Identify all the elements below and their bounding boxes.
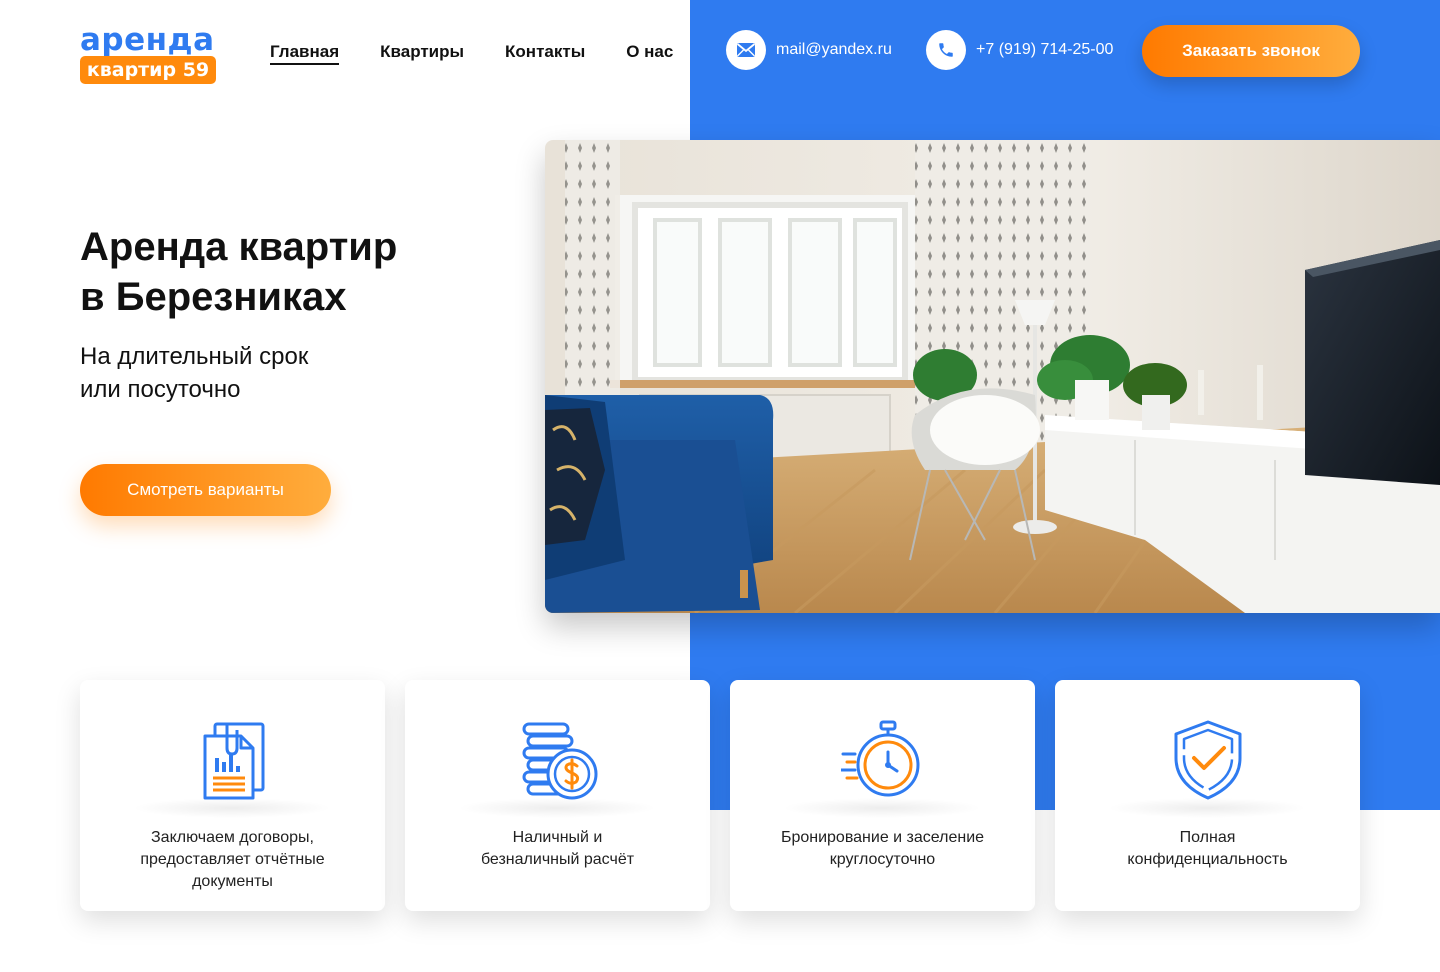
feature-card-contracts: Заключаем договоры, предоставляет отчётн… xyxy=(80,680,385,911)
main-nav: Главная Квартиры Контакты О нас xyxy=(270,42,673,65)
feature-text-line: Наличный и xyxy=(512,829,603,846)
icon-shadow xyxy=(457,798,657,818)
logo-text-bottom: квартир 59 xyxy=(80,56,216,84)
phone-contact[interactable]: +7 (919) 714-25-00 xyxy=(926,30,1113,70)
feature-text: Заключаем договоры, предоставляет отчётн… xyxy=(100,827,365,893)
feature-text-line: безналичный расчёт xyxy=(480,851,635,868)
apartment-photo xyxy=(545,140,1440,613)
email-link[interactable]: mail@yandex.ru xyxy=(776,41,892,59)
feature-card-booking: Бронирование и заселение круглосуточно xyxy=(730,680,1035,911)
feature-text: Наличный и безналичный расчёт xyxy=(425,827,690,871)
icon-shadow xyxy=(782,798,982,818)
logo-text-top: аренда xyxy=(80,22,215,58)
phone-number[interactable]: +7 (919) 714-25-00 xyxy=(976,41,1113,59)
feature-card-privacy: Полная конфиденциальность xyxy=(1055,680,1360,911)
email-contact[interactable]: mail@yandex.ru xyxy=(726,30,892,70)
hero-subtitle-line2: или посуточно xyxy=(80,376,241,403)
feature-text-line: предоставляет отчётные xyxy=(140,851,325,868)
nav-item-about[interactable]: О нас xyxy=(626,42,673,65)
feature-text-line: Полная xyxy=(1179,829,1236,846)
feature-text-line: Заключаем договоры, xyxy=(151,829,314,846)
stopwatch-icon xyxy=(839,718,925,802)
hero-title-line2: в Березниках xyxy=(80,275,347,319)
hero-subtitle-line1: На длительный срок xyxy=(80,343,309,370)
nav-item-home[interactable]: Главная xyxy=(270,42,340,65)
hero-title: Аренда квартир в Березниках xyxy=(80,222,540,322)
feature-text: Полная конфиденциальность xyxy=(1075,827,1340,871)
feature-text-line: документы xyxy=(192,873,273,890)
documents-icon xyxy=(191,718,275,802)
coins-icon xyxy=(516,718,600,802)
view-options-button[interactable]: Смотреть варианты xyxy=(80,464,331,516)
hero-title-line1: Аренда квартир xyxy=(80,225,398,269)
feature-text-line: конфиденциальность xyxy=(1127,851,1288,868)
nav-item-apartments[interactable]: Квартиры xyxy=(380,42,464,65)
shield-check-icon xyxy=(1166,718,1250,802)
icon-shadow xyxy=(132,798,332,818)
mail-icon xyxy=(726,30,766,70)
site-logo[interactable]: аренда квартир 59 xyxy=(80,22,220,86)
feature-text-line: круглосуточно xyxy=(829,851,936,868)
phone-icon xyxy=(926,30,966,70)
icon-shadow xyxy=(1107,798,1307,818)
feature-text-line: Бронирование и заселение xyxy=(780,829,985,846)
feature-text: Бронирование и заселение круглосуточно xyxy=(750,827,1015,871)
hero-subtitle: На длительный срок или посуточно xyxy=(80,340,308,406)
nav-item-contacts[interactable]: Контакты xyxy=(505,42,585,65)
feature-card-payment: Наличный и безналичный расчёт xyxy=(405,680,710,911)
order-call-button[interactable]: Заказать звонок xyxy=(1142,25,1360,77)
